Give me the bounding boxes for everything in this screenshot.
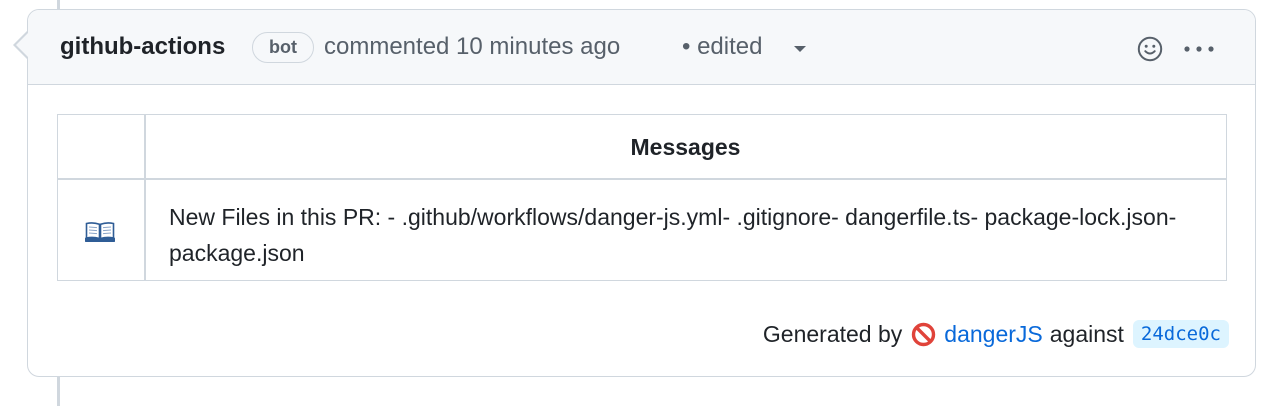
no-entry-sign-icon	[912, 322, 936, 346]
edited-history-toggle[interactable]: • edited	[682, 33, 762, 61]
generated-by-label: Generated by	[762, 320, 903, 347]
chevron-down-icon[interactable]	[794, 46, 806, 52]
table-cell-message: New Files in this PR: - .github/workflow…	[169, 204, 1177, 266]
against-label: against	[1049, 320, 1124, 347]
comment-timestamp[interactable]: commented 10 minutes ago	[324, 33, 620, 61]
open-book-icon	[85, 222, 115, 242]
comment-caret-fill	[15, 30, 30, 59]
comment-header: github-actions bot commented 10 minutes …	[28, 10, 1255, 85]
bot-badge: bot	[252, 32, 314, 63]
commit-sha-link[interactable]: 24dce0c	[1132, 320, 1229, 348]
smiley-icon[interactable]	[1137, 36, 1163, 62]
author-link[interactable]: github-actions	[60, 33, 225, 61]
dangerjs-link[interactable]: dangerJS	[944, 321, 1042, 348]
comment-box: github-actions bot commented 10 minutes …	[27, 9, 1256, 377]
table-row-divider	[58, 178, 1226, 180]
comment-footer: Generated by dangerJS against 24dce0c	[763, 317, 1229, 351]
kebab-horizontal-icon[interactable]	[1182, 37, 1216, 61]
table-header-messages: Messages	[630, 134, 741, 160]
messages-table: Messages New Files in this PR: - .github…	[57, 114, 1227, 281]
